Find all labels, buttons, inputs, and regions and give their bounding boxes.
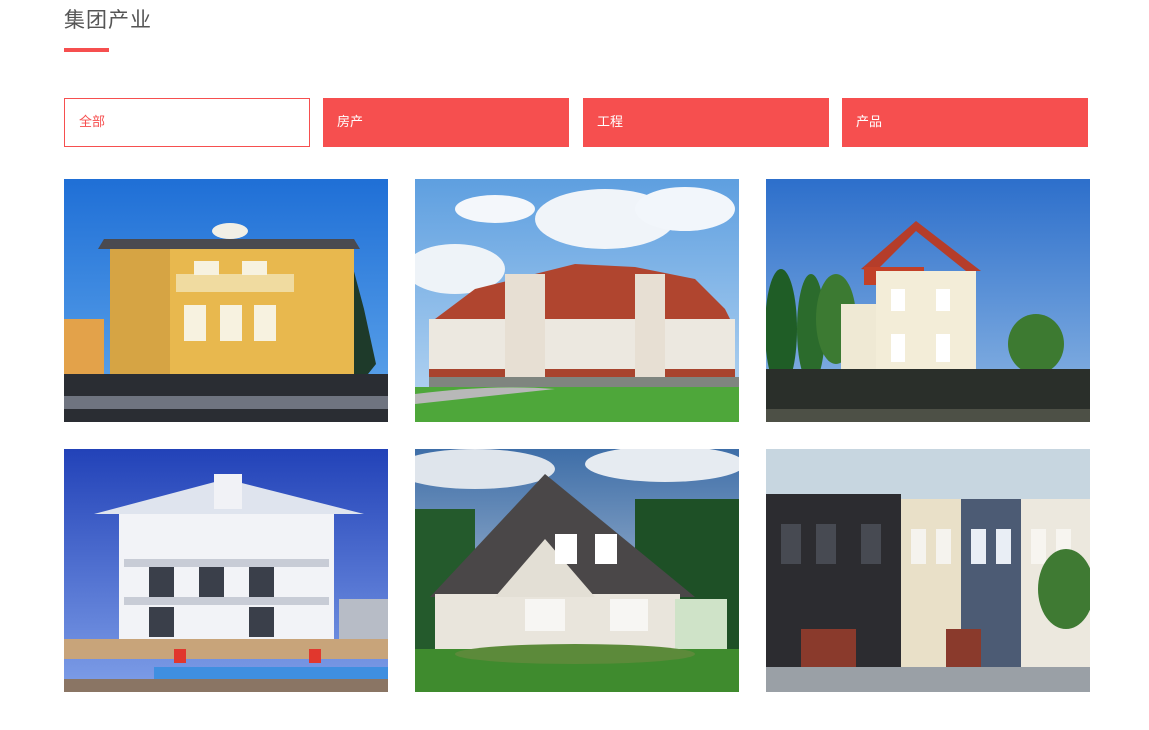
tab-all[interactable]: 全部 [64,98,310,147]
tab-engineering[interactable]: 工程 [583,98,829,147]
yellow-villa-image [64,179,388,422]
gallery-item-yellow-villa[interactable] [64,179,388,422]
gallery-item-cream-house[interactable] [766,179,1090,422]
townhouses-image [766,449,1090,692]
gallery-item-colonial-house[interactable] [64,449,388,692]
colonial-house-image [64,449,388,692]
title-underline [64,48,109,52]
cream-house-image [766,179,1090,422]
gallery-item-townhouses[interactable] [766,449,1090,692]
brick-house-image [415,449,739,692]
tab-real-estate[interactable]: 房产 [323,98,569,147]
gallery-item-historic-building[interactable] [415,179,739,422]
page-title: 集团产业 [64,8,152,32]
historic-building-image [415,179,739,422]
gallery-item-brick-house[interactable] [415,449,739,692]
category-tabs: 全部 房产 工程 产品 [64,98,1088,147]
gallery-grid [64,179,1090,692]
tab-products[interactable]: 产品 [842,98,1088,147]
